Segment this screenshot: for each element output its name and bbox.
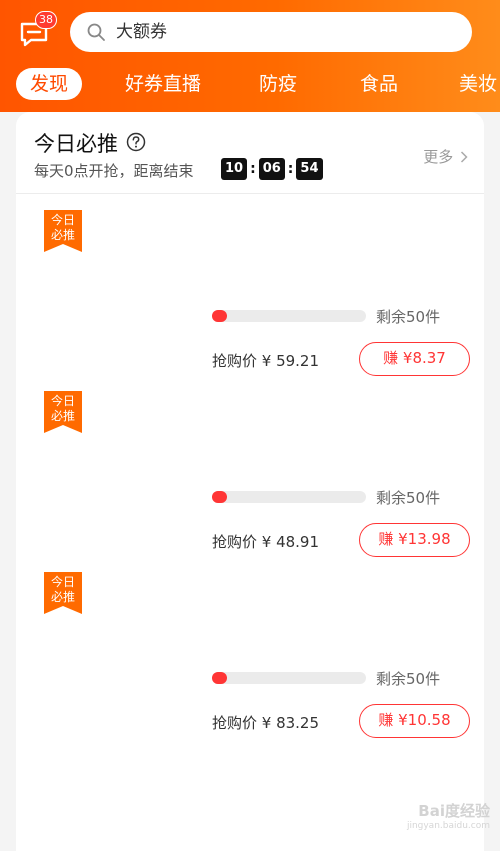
ribbon-line1: 今日 [50,394,75,408]
flash-price: 抢购价 ¥ 59.21 [212,352,320,370]
search-icon [87,23,105,41]
tab-epidemic[interactable]: 防疫 [259,67,297,101]
countdown-separator: : [250,161,256,177]
ribbon-line1: 今日 [50,213,75,227]
daily-pick-ribbon: 今日 必推 [44,210,82,252]
message-count-badge: 38 [35,11,57,29]
help-icon[interactable] [126,132,146,152]
countdown-timer: 10 : 06 : 54 [221,158,323,180]
tab-coupon-live[interactable]: 好券直播 [125,67,201,101]
category-tabs: 发现 好券直播 防疫 食品 美妆 [0,64,500,104]
section-header: 今日必推 每天0点开抢，距离结束 10 : 06 : 54 更多 [16,112,484,194]
top-header: 38 发现 好券直播 防疫 食品 美妆 [0,0,500,112]
countdown-seconds: 54 [296,158,323,180]
more-label: 更多 [423,148,454,166]
ribbon-line2: 必推 [50,409,75,423]
search-bar[interactable] [70,12,472,52]
stock-remaining: 剩余50件 [376,308,441,326]
sales-progress-bar [212,491,366,503]
product-item[interactable]: 今日 必推 剩余50件 抢购价 ¥ 48.91 赚 ¥13.98 [16,391,484,571]
stock-remaining: 剩余50件 [376,670,441,688]
chevron-right-icon [460,151,468,163]
sales-progress-bar [212,310,366,322]
flash-price: 抢购价 ¥ 83.25 [212,714,320,732]
product-item[interactable]: 今日 必推 剩余50件 抢购价 ¥ 83.25 赚 ¥10.58 [16,572,484,752]
tab-discover[interactable]: 发现 [16,68,83,100]
sales-progress-fill [212,491,228,503]
earn-button[interactable]: 赚 ¥10.58 [359,704,470,738]
product-item[interactable]: 今日 必推 剩余50件 抢购价 ¥ 59.21 赚 ¥8.37 [16,210,484,390]
daily-pick-ribbon: 今日 必推 [44,391,82,433]
tab-food[interactable]: 食品 [360,67,398,101]
countdown-separator: : [287,161,294,177]
sales-progress-fill [212,310,228,322]
flash-price: 抢购价 ¥ 48.91 [212,533,320,551]
ribbon-line2: 必推 [50,228,75,242]
sales-progress-bar [212,672,366,684]
daily-pick-card: 今日必推 每天0点开抢，距离结束 10 : 06 : 54 更多 今日 必推 剩… [16,112,484,851]
watermark-url: jingyan.baidu.com [406,821,490,831]
earn-button[interactable]: 赚 ¥8.37 [359,342,470,376]
countdown-hours: 10 [221,158,248,180]
stock-remaining: 剩余50件 [376,489,441,507]
countdown-minutes: 06 [258,158,285,180]
watermark-logo: Bai度经验 [418,802,490,820]
ribbon-line1: 今日 [50,575,75,589]
ribbon-line2: 必推 [50,590,75,604]
message-button[interactable]: 38 [18,11,58,50]
sales-progress-fill [212,672,228,684]
tab-beauty[interactable]: 美妆 [459,67,497,101]
section-title: 今日必推 [34,132,118,156]
more-link[interactable]: 更多 [423,146,468,167]
baidu-jingyan-watermark: Bai度经验 jingyan.baidu.com [380,800,490,845]
section-subtitle: 每天0点开抢，距离结束 [34,162,194,180]
search-input[interactable] [116,22,436,42]
earn-button[interactable]: 赚 ¥13.98 [359,523,470,557]
daily-pick-ribbon: 今日 必推 [44,572,82,614]
